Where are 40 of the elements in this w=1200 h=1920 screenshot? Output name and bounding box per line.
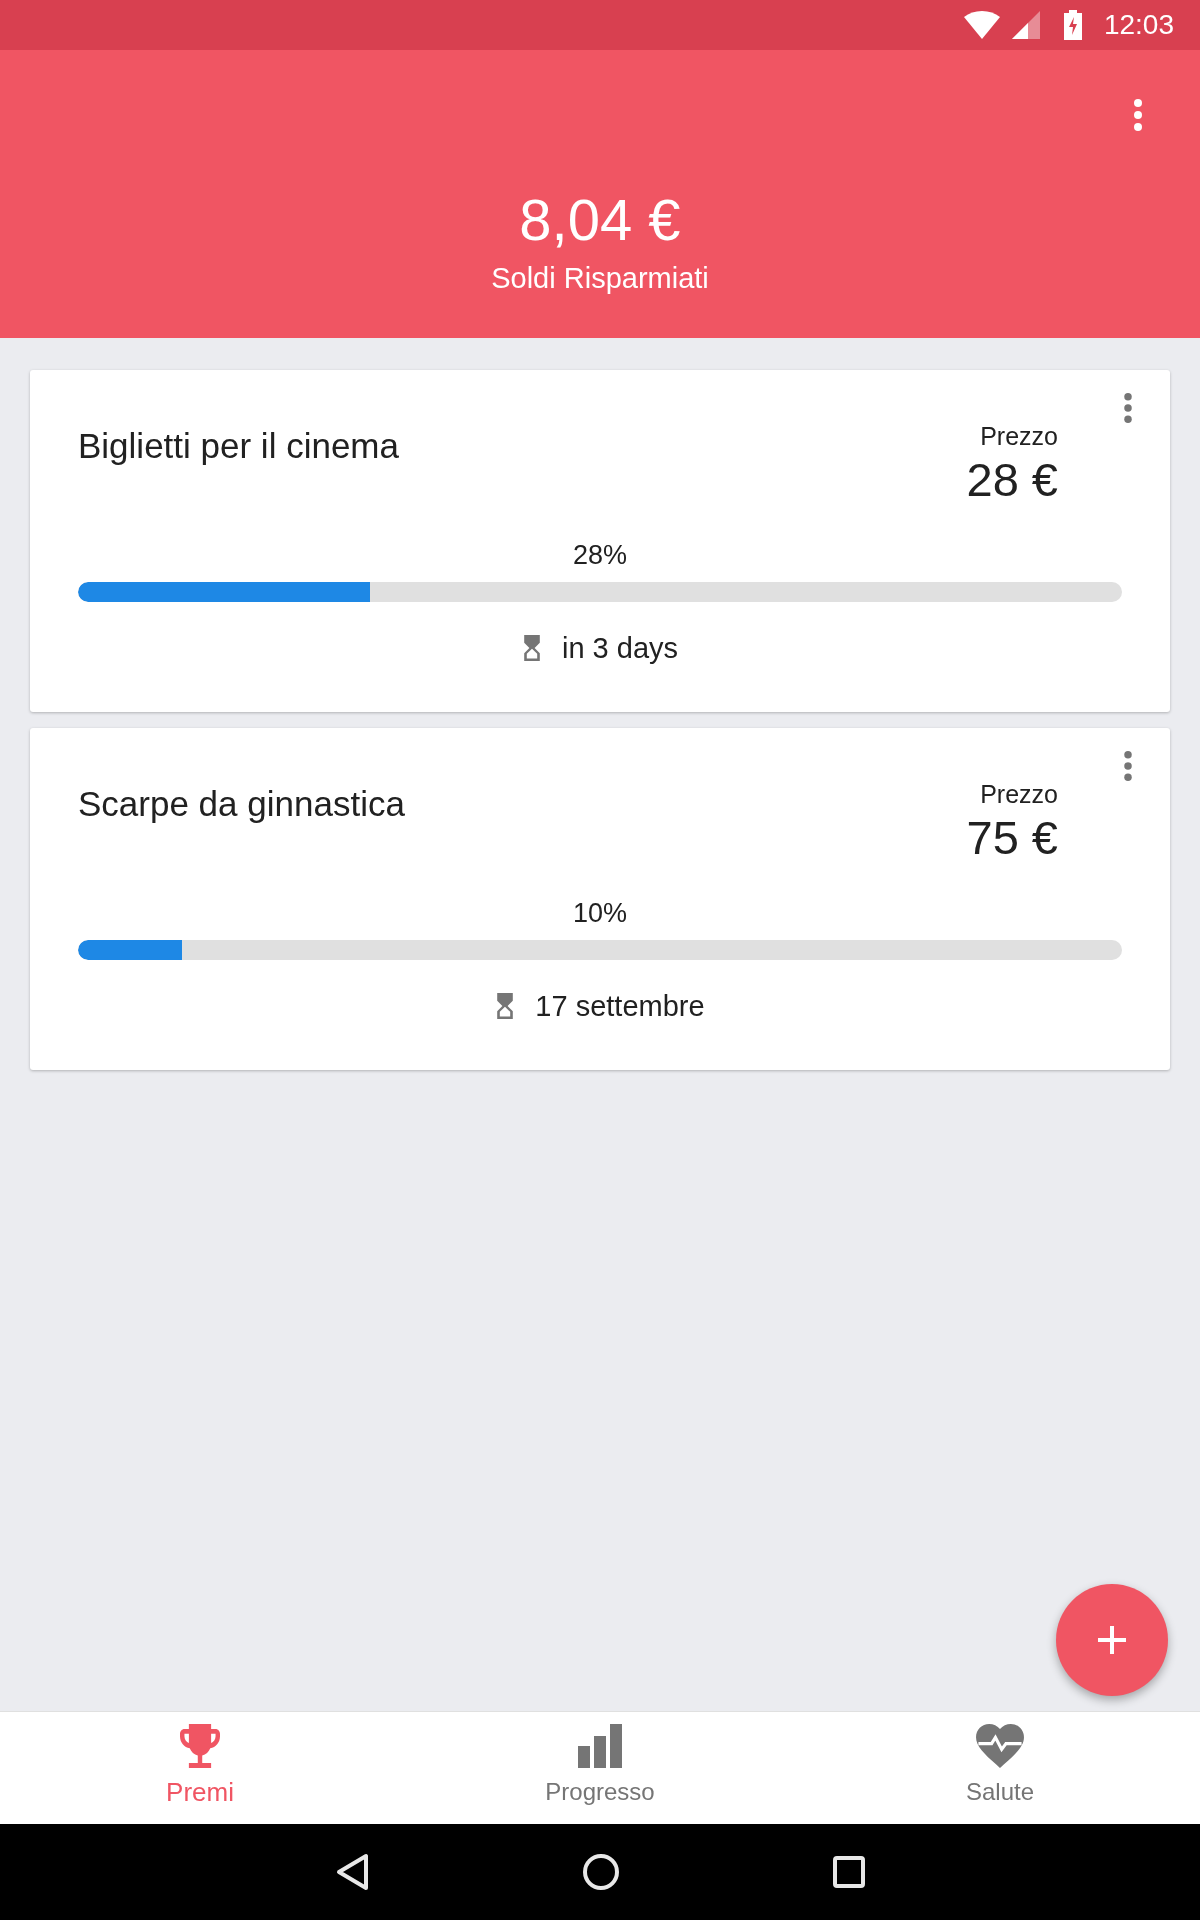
nav-tab[interactable]: Salute xyxy=(957,1712,1043,1824)
price-value: 75 € xyxy=(966,810,1058,866)
back-icon xyxy=(335,1853,369,1891)
reward-card[interactable]: Scarpe da ginnastica Prezzo 75 € 10% 17 settembre xyxy=(30,728,1170,1070)
more-icon xyxy=(1124,751,1132,781)
deadline-text: in 3 days xyxy=(561,631,679,666)
home-button[interactable] xyxy=(583,1854,619,1890)
saved-caption: Soldi Risparmiati xyxy=(491,261,709,296)
price-label: Prezzo xyxy=(980,421,1058,452)
battery-charging-icon xyxy=(1063,10,1082,40)
add-button[interactable] xyxy=(1056,1584,1168,1696)
price-label: Prezzo xyxy=(980,779,1058,810)
progress-percent: 28% xyxy=(572,539,627,572)
signal-icon xyxy=(1011,11,1040,39)
deadline-text: 17 settembre xyxy=(535,989,705,1024)
hourglass-icon xyxy=(521,635,542,661)
heart-pulse-icon xyxy=(976,1724,1024,1768)
more-options-button[interactable] xyxy=(1122,392,1134,424)
recents-icon xyxy=(833,1856,865,1888)
progress-percent: 10% xyxy=(572,897,627,930)
more-options-button[interactable] xyxy=(1132,98,1144,132)
bar-chart-icon xyxy=(578,1724,622,1768)
recents-button[interactable] xyxy=(833,1856,865,1888)
more-icon xyxy=(1124,393,1132,423)
reward-title: Biglietti per il cinema xyxy=(78,425,400,467)
add-icon xyxy=(1098,1626,1126,1654)
price-value: 28 € xyxy=(966,452,1058,508)
reward-card[interactable]: Biglietti per il cinema Prezzo 28 € 28% in 3 days xyxy=(30,370,1170,712)
home-icon xyxy=(583,1854,619,1890)
reward-title: Scarpe da ginnastica xyxy=(78,783,406,825)
back-button[interactable] xyxy=(335,1853,369,1891)
more-icon xyxy=(1134,99,1142,131)
hourglass-icon xyxy=(495,993,516,1019)
saved-amount: 8,04 € xyxy=(519,186,681,254)
nav-tab[interactable]: Premi xyxy=(158,1712,242,1824)
status-time: 12:03 xyxy=(1103,8,1174,42)
more-options-button[interactable] xyxy=(1122,750,1134,782)
trophy-icon xyxy=(180,1724,220,1768)
nav-tab[interactable]: Progresso xyxy=(537,1712,663,1824)
wifi-icon xyxy=(963,11,1000,39)
